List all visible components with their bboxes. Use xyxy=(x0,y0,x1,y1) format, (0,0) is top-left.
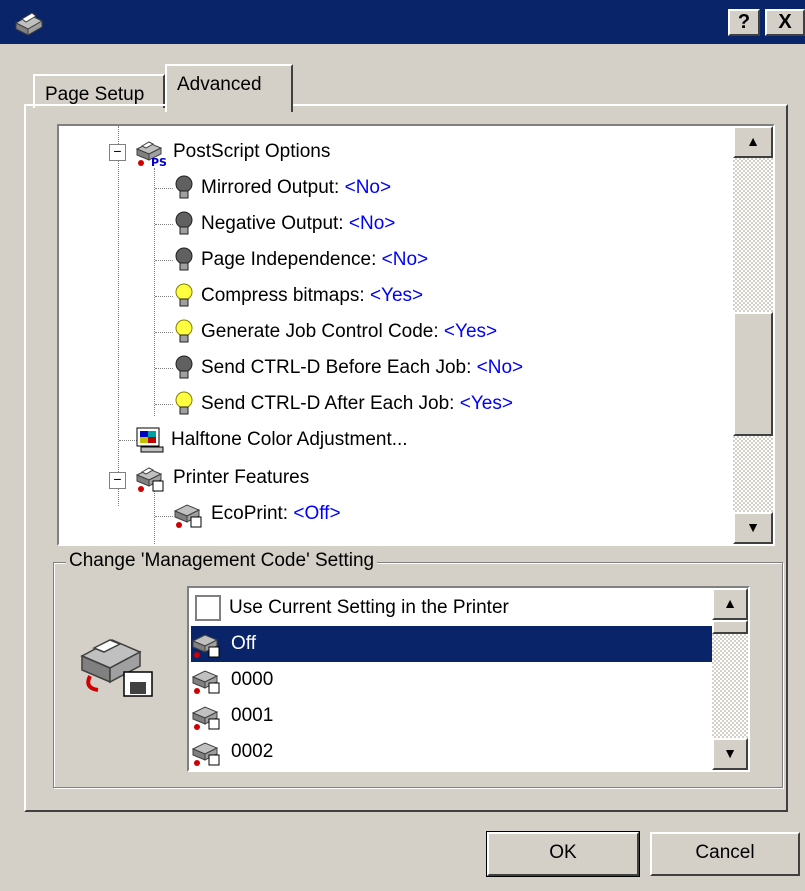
tree-connector xyxy=(155,404,173,405)
option-label: Send CTRL-D Before Each Job: xyxy=(201,357,477,378)
management-code-list[interactable]: Use Current Setting in the Printer Off 0… xyxy=(187,586,750,772)
options-tree[interactable]: − − PS PostScript Options Mirrored Outpu… xyxy=(57,124,775,546)
tree-item-mirrored-output[interactable]: Mirrored Output: <No> xyxy=(173,170,391,206)
option-label: Negative Output: xyxy=(201,213,349,234)
scroll-thumb[interactable] xyxy=(712,620,748,634)
printer-feature-icon xyxy=(191,742,220,766)
option-label: Page Independence: xyxy=(201,249,382,270)
list-item-0001[interactable]: 0001 xyxy=(191,698,713,734)
printer-disk-icon xyxy=(80,639,153,697)
bulb-on-icon xyxy=(175,319,193,343)
list-scrollbar[interactable]: ▲ ▼ xyxy=(712,588,748,770)
list-item-label: Off xyxy=(231,633,256,654)
ok-button[interactable]: OK xyxy=(487,832,639,876)
list-item-label: 0001 xyxy=(231,705,274,726)
scroll-up-arrow-icon[interactable]: ▲ xyxy=(712,588,748,620)
svg-text:PS: PS xyxy=(151,156,167,167)
option-value[interactable]: <No> xyxy=(345,177,391,198)
collapse-printer-features-toggle[interactable]: − xyxy=(109,472,126,489)
tree-connector xyxy=(155,368,173,369)
option-value[interactable]: <No> xyxy=(382,249,428,270)
bulb-on-icon xyxy=(175,391,193,415)
tree-connector xyxy=(155,188,173,189)
tree-item-generate-job-control-code[interactable]: Generate Job Control Code: <Yes> xyxy=(173,314,497,350)
tree-item-page-independence[interactable]: Page Independence: <No> xyxy=(173,242,428,278)
tree-item-label: PostScript Options xyxy=(173,141,331,162)
option-value[interactable]: <Off> xyxy=(293,503,340,524)
checkbox-icon[interactable] xyxy=(195,595,221,621)
halftone-icon xyxy=(136,427,164,453)
option-value[interactable]: <Yes> xyxy=(460,393,513,414)
title-bar: ? X xyxy=(0,0,805,44)
scroll-thumb[interactable] xyxy=(733,312,773,436)
tree-connector xyxy=(154,168,155,416)
option-value[interactable]: <Yes> xyxy=(370,285,423,306)
option-value[interactable]: <No> xyxy=(477,357,523,378)
bulb-off-icon xyxy=(175,247,193,271)
help-button[interactable]: ? xyxy=(728,9,760,36)
scroll-down-arrow-icon[interactable]: ▼ xyxy=(733,512,773,544)
tree-item-postscript-options[interactable]: PS PostScript Options xyxy=(135,134,330,170)
option-value[interactable]: <Yes> xyxy=(444,321,497,342)
list-item-label: 0000 xyxy=(231,669,274,690)
tree-item-compress-bitmaps[interactable]: Compress bitmaps: <Yes> xyxy=(173,278,423,314)
bulb-off-icon xyxy=(175,175,193,199)
tree-connector xyxy=(155,332,173,333)
list-item-off[interactable]: Off xyxy=(191,626,713,662)
list-item-0002[interactable]: 0002 xyxy=(191,734,713,770)
printer-features-icon xyxy=(135,467,164,492)
cancel-button[interactable]: Cancel xyxy=(650,832,800,876)
tree-item-label: Halftone Color Adjustment... xyxy=(171,429,408,450)
tree-item-label: Printer Features xyxy=(173,467,310,488)
list-item-0000[interactable]: 0000 xyxy=(191,662,713,698)
tree-item-halftone-color-adjustment[interactable]: Halftone Color Adjustment... xyxy=(135,422,408,458)
tree-connector xyxy=(155,224,173,225)
option-value[interactable]: <No> xyxy=(349,213,395,234)
printer-feature-icon xyxy=(191,670,220,694)
scroll-down-arrow-icon[interactable]: ▼ xyxy=(712,738,748,770)
bulb-off-icon xyxy=(175,211,193,235)
tree-item-send-ctrl-d-before[interactable]: Send CTRL-D Before Each Job: <No> xyxy=(173,350,523,386)
printer-feature-icon xyxy=(173,504,202,528)
group-label: Change 'Management Code' Setting xyxy=(66,550,378,572)
tree-connector xyxy=(155,296,173,297)
printer-feature-icon xyxy=(191,634,220,658)
tab-page-setup[interactable]: Page Setup xyxy=(33,74,165,108)
scroll-up-arrow-icon[interactable]: ▲ xyxy=(733,126,773,158)
list-item-label: 0002 xyxy=(231,741,274,762)
bulb-on-icon xyxy=(175,283,193,307)
option-label: Mirrored Output: xyxy=(201,177,345,198)
tree-item-send-ctrl-d-after[interactable]: Send CTRL-D After Each Job: <Yes> xyxy=(173,386,513,422)
printer-icon xyxy=(14,12,44,36)
tree-scrollbar[interactable]: ▲ ▼ xyxy=(733,126,773,544)
tree-connector xyxy=(118,126,119,506)
tree-connector xyxy=(155,260,173,261)
bulb-off-icon xyxy=(175,355,193,379)
postscript-printer-icon: PS xyxy=(135,141,167,167)
option-label: Compress bitmaps: xyxy=(201,285,370,306)
printer-feature-icon xyxy=(191,706,220,730)
tree-connector xyxy=(155,516,173,517)
option-label: EcoPrint: xyxy=(211,503,294,524)
tab-advanced[interactable]: Advanced xyxy=(165,64,293,112)
close-button[interactable]: X xyxy=(765,9,805,36)
option-label: Generate Job Control Code: xyxy=(201,321,444,342)
tree-item-printer-features[interactable]: Printer Features xyxy=(135,460,309,496)
list-item-label: Use Current Setting in the Printer xyxy=(229,597,509,618)
option-label: Send CTRL-D After Each Job: xyxy=(201,393,460,414)
collapse-postscript-toggle[interactable]: − xyxy=(109,144,126,161)
tree-item-negative-output[interactable]: Negative Output: <No> xyxy=(173,206,395,242)
list-item-use-current[interactable]: Use Current Setting in the Printer xyxy=(191,590,713,626)
tree-item-ecoprint[interactable]: EcoPrint: <Off> xyxy=(173,496,341,532)
